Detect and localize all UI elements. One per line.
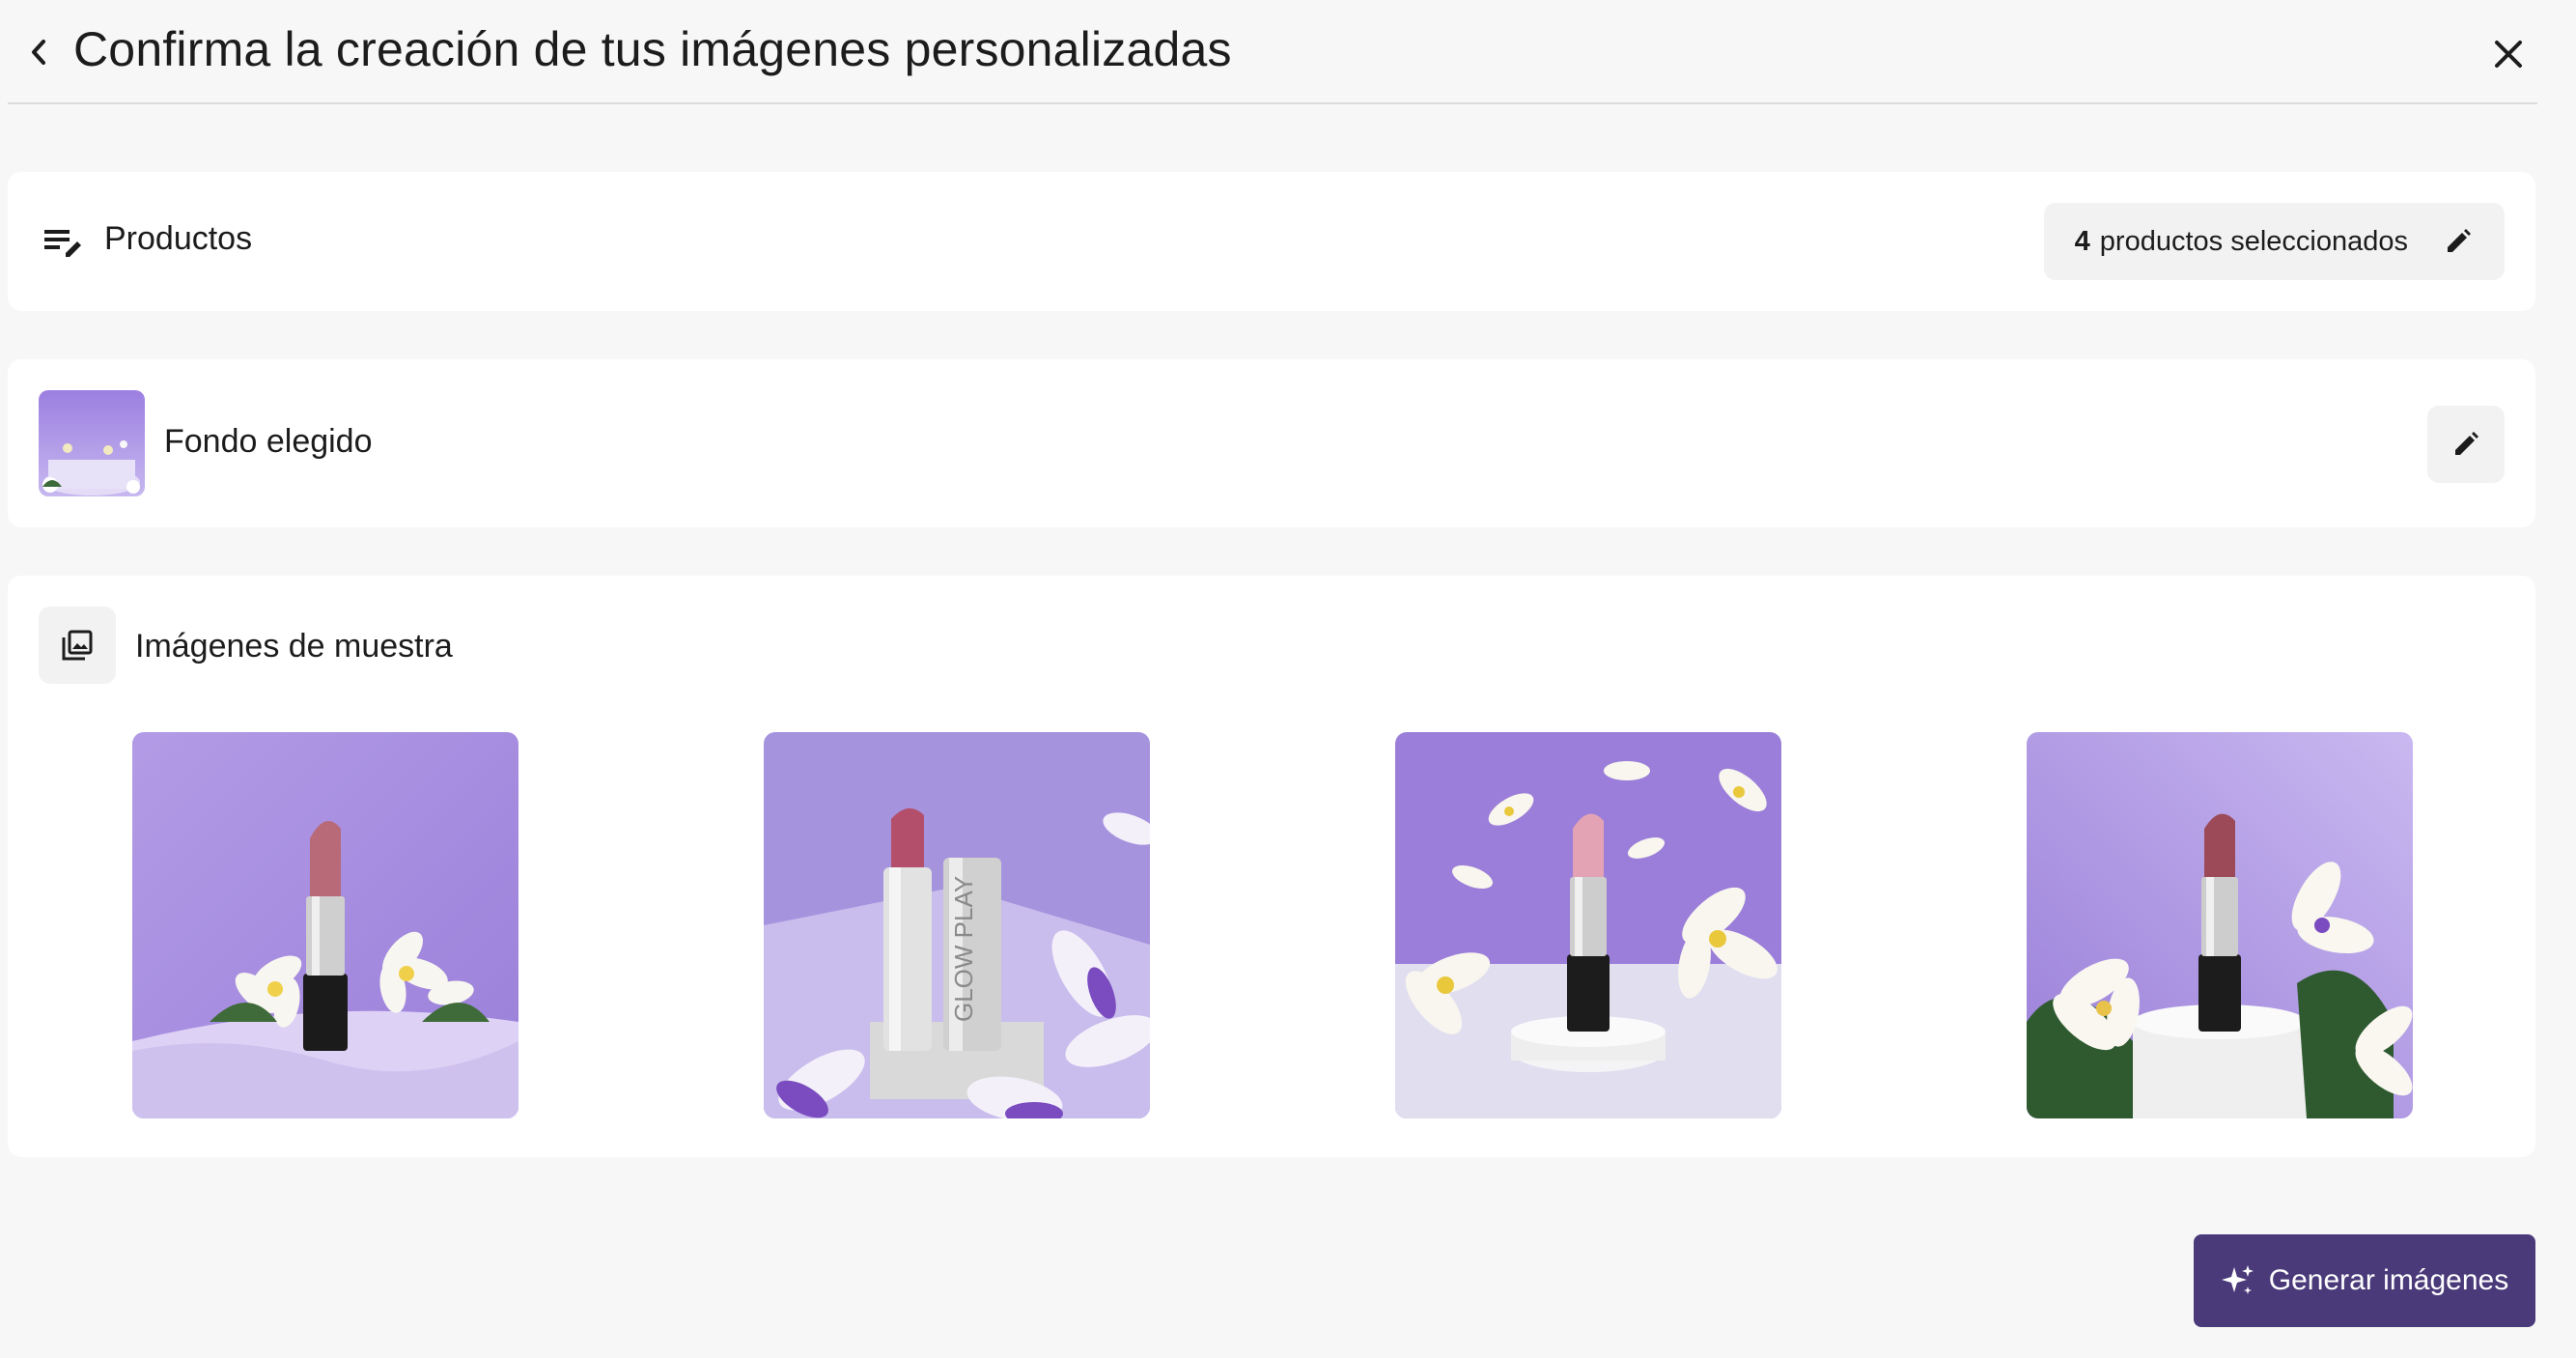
close-icon	[2495, 41, 2522, 68]
generate-images-label: Generar imágenes	[2268, 1264, 2509, 1296]
header: Confirma la creación de tus imágenes per…	[8, 0, 2537, 104]
products-card: Productos 4 productos seleccionados	[8, 172, 2535, 311]
page: Confirma la creación de tus imágenes per…	[0, 0, 2576, 1358]
background-thumbnail	[39, 390, 145, 496]
pencil-icon	[2455, 432, 2478, 455]
generate-images-button[interactable]: Generar imágenes	[2194, 1234, 2535, 1327]
edit-background-button[interactable]	[2427, 406, 2505, 483]
sparkle-icon	[2221, 1265, 2254, 1294]
sample-image-2[interactable]: GLOW PLAY	[764, 732, 1150, 1118]
edit-list-icon	[44, 230, 81, 257]
samples-icon-box	[39, 607, 116, 684]
edit-products-button[interactable]: 4 productos seleccionados	[2043, 203, 2505, 280]
background-label: Fondo elegido	[164, 423, 373, 460]
page-title: Confirma la creación de tus imágenes per…	[73, 22, 1232, 76]
sample-image-1[interactable]	[132, 732, 518, 1118]
image-gallery-icon	[62, 630, 93, 661]
selected-text: productos seleccionados	[2099, 225, 2408, 257]
samples-label: Imágenes de muestra	[135, 628, 453, 665]
sample-image-4[interactable]	[2027, 732, 2413, 1118]
background-card: Fondo elegido	[8, 359, 2535, 527]
sample-image-3[interactable]	[1395, 732, 1781, 1118]
products-label: Productos	[104, 220, 253, 257]
back-button[interactable]	[19, 33, 58, 71]
glow-play-text: GLOW PLAY	[949, 876, 978, 1022]
chevron-left-icon	[32, 40, 45, 65]
selected-count: 4	[2074, 225, 2090, 257]
pencil-icon	[2441, 224, 2476, 259]
samples-card: Imágenes de muestra GLOW PLAY	[8, 576, 2535, 1157]
close-button[interactable]	[2487, 33, 2530, 75]
